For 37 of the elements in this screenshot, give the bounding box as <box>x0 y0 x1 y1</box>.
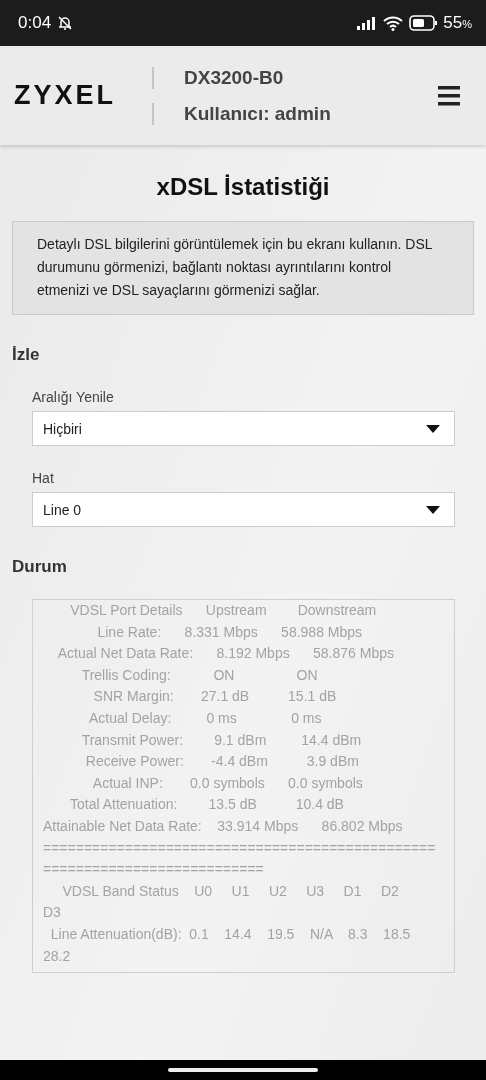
status-line: Line Attenuation(dB): 0.1 14.4 19.5 N/A 8.3 18.5 <box>49 924 411 944</box>
wifi-icon <box>383 15 404 31</box>
page-title: xDSL İstatistiği <box>155 173 331 201</box>
clock: 0:04 <box>18 13 52 33</box>
dropdown-arrow-icon <box>426 505 440 514</box>
status-line: Actual Delay: 0 ms 0 ms <box>87 708 322 728</box>
status-line: Actual Net Data Rate: 8.192 Mbps 58.876 Mbps <box>56 644 394 664</box>
device-model: DX3200-B0 <box>184 66 284 89</box>
status-line: SNR Margin: 27.1 dB 15.1 dB <box>92 687 337 707</box>
status-line: =========================== <box>43 860 264 880</box>
status-line: Transmit Power: 9.1 dBm 14.4 dBm <box>80 730 362 750</box>
status-line: Line Rate: 8.331 Mbps 58.988 Mbps <box>96 622 363 642</box>
field-label: Hat <box>32 470 55 486</box>
status-line: 28.2 <box>43 946 71 966</box>
logo: ZYXEL <box>14 80 117 111</box>
muted-bell-icon <box>57 15 74 31</box>
status-line: Actual INP: 0.0 symbols 0.0 symbols <box>91 773 363 793</box>
signal-icon <box>357 16 378 30</box>
status-line: VDSL Band Status U0 U1 U2 U3 D1 D2 <box>61 881 399 901</box>
status-line: Trellis Coding: ON ON <box>80 665 318 685</box>
dropdown[interactable]: Hiçbiri <box>32 411 455 446</box>
description: Detaylı DSL bilgilerini görüntülemek için bu ekranı kullanın. DSL durumunu görmenizi, bağlantı noktası ayrıntılarını kontrol etmenizi ve DSL sayaçlarını görmenizi sağlar. <box>12 221 474 315</box>
menu-icon[interactable] <box>438 86 460 106</box>
section-heading: Durum <box>12 557 68 577</box>
status-line: Attainable Net Data Rate: 33.914 Mbps 86.802 Mbps <box>43 816 403 836</box>
status-line: Total Attenuation: 13.5 dB 10.4 dB <box>68 795 344 815</box>
field-label: Aralığı Yenile <box>32 389 115 405</box>
dropdown-arrow-icon <box>426 424 440 433</box>
battery-icon <box>409 15 438 31</box>
status-line: VDSL Port Details Upstream Downstream <box>69 601 377 620</box>
user-label: Kullanıcı: admin <box>184 102 331 125</box>
dropdown[interactable]: Line 0 <box>32 492 455 527</box>
status-line: D3 <box>43 903 61 923</box>
status-line: ================================================ <box>43 838 436 858</box>
status-line: Receive Power: -4.4 dBm 3.9 dBm <box>84 752 359 772</box>
battery-level: 55% <box>443 13 472 33</box>
section-heading: İzle <box>12 345 41 365</box>
